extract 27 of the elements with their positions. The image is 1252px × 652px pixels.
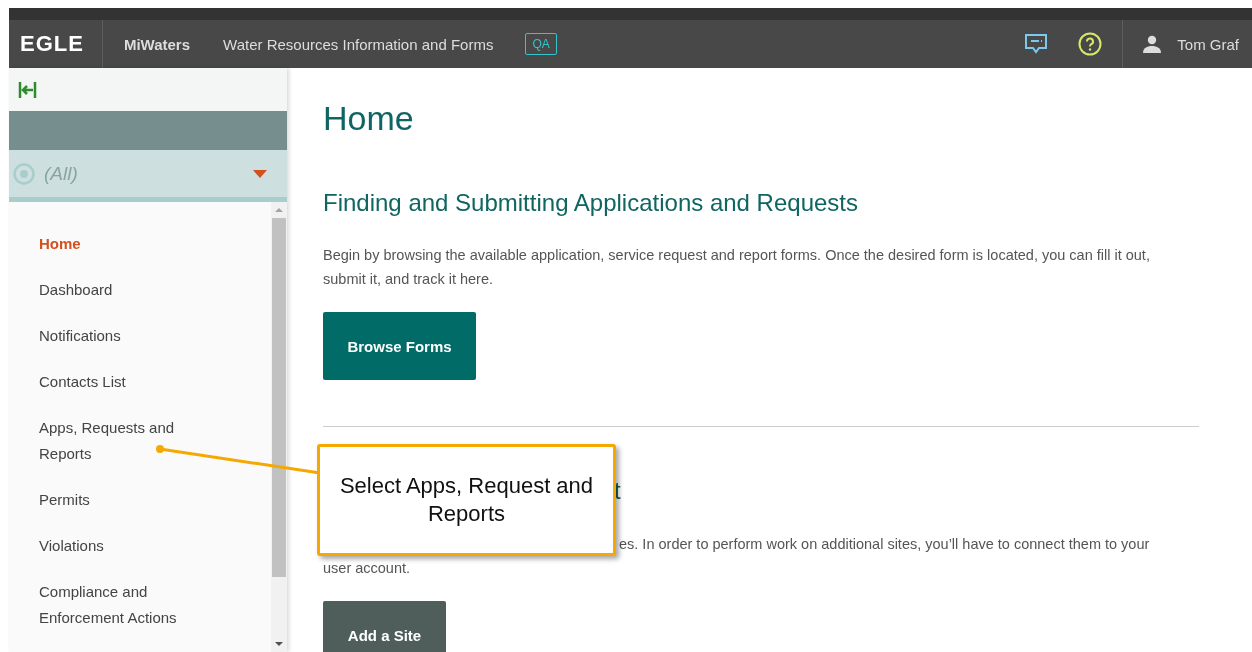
- environment-badge: QA: [525, 33, 557, 55]
- sidebar-item[interactable]: Home: [39, 221, 209, 267]
- sidebar-item[interactable]: Violations: [39, 523, 209, 569]
- collapse-icon[interactable]: [18, 80, 38, 99]
- target-icon: [12, 161, 36, 186]
- add-site-button[interactable]: Add a Site: [323, 601, 446, 652]
- callout-text: Select Apps, Request and Reports: [317, 444, 616, 556]
- section-text: Begin by browsing the available application, service request and report forms. Once the desired form is located, you can fill it out, submit it, and track it here.: [323, 246, 1151, 289]
- page-title: Home: [323, 98, 415, 138]
- user-icon[interactable]: [1143, 35, 1162, 53]
- app-name: MiWaters: [123, 35, 191, 53]
- sidebar-item[interactable]: Apps, Requests and Reports: [39, 405, 209, 477]
- browse-forms-button[interactable]: Browse Forms: [323, 312, 476, 380]
- section-text: es. In order to perform work on additional sites, you’ll have to connect them to your: [619, 535, 1150, 554]
- sidebar-item[interactable]: Permits: [39, 477, 209, 523]
- sidebar-item[interactable]: Dashboard: [39, 267, 209, 313]
- chat-icon[interactable]: [1024, 33, 1049, 55]
- section-heading: Finding and Submitting Applications and Requests: [323, 188, 859, 218]
- section-text: user account.: [323, 559, 411, 578]
- help-icon[interactable]: [1078, 32, 1103, 56]
- scrollbar[interactable]: [271, 202, 287, 652]
- sidebar-item[interactable]: Compliance and Enforcement Actions: [39, 569, 209, 641]
- app-subtitle: Water Resources Information and Forms: [223, 35, 494, 53]
- sidebar-item[interactable]: Contacts List: [39, 359, 209, 405]
- sidebar-item[interactable]: Notifications: [39, 313, 209, 359]
- user-name[interactable]: Tom Graf: [1177, 35, 1239, 53]
- caret-icon: [253, 169, 267, 178]
